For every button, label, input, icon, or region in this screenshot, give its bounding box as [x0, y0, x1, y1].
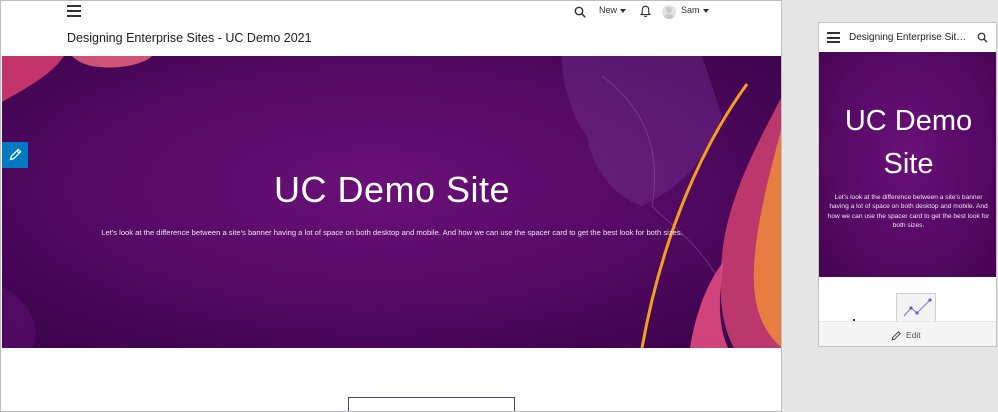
user-menu-button[interactable]: Sam	[681, 5, 709, 15]
pencil-icon	[891, 331, 901, 341]
site-title: Designing Enterprise Sites - UC Demo 202…	[67, 31, 312, 45]
pencil-icon	[9, 148, 22, 161]
banner-description: Let's look at the difference between a s…	[101, 228, 683, 237]
mobile-banner-description: Let's look at the difference between a s…	[827, 194, 990, 230]
caret-down-icon	[702, 8, 709, 13]
mobile-banner-title: UC Demo Site	[844, 105, 973, 180]
line-chart-icon	[903, 298, 932, 317]
user-name: Sam	[681, 5, 700, 15]
edit-label: Edit	[906, 330, 921, 340]
hamburger-icon[interactable]	[67, 5, 81, 17]
mobile-footer: Edit	[819, 321, 996, 346]
top-navigation-bar: New Sam	[1, 1, 781, 23]
bell-icon[interactable]	[640, 5, 651, 18]
caret-down-icon	[620, 8, 627, 13]
mobile-edit-button[interactable]: Edit	[891, 330, 921, 341]
desktop-preview: New Sam Designing Enterprise Sites - UC …	[0, 0, 782, 412]
new-dropdown-button[interactable]: New	[599, 5, 627, 15]
search-icon[interactable]	[977, 32, 988, 43]
mobile-site-title: Designing Enterprise Sites - UC Demo 202…	[849, 32, 969, 43]
banner-title: UC Demo Site	[273, 169, 511, 210]
hero-banner[interactable]: UC Demo Site Let's look at the differenc…	[2, 56, 781, 348]
edit-button[interactable]	[2, 142, 28, 168]
mobile-preview: Designing Enterprise Sites - UC Demo 202…	[818, 22, 997, 347]
new-label: New	[599, 5, 618, 15]
page: New Sam Designing Enterprise Sites - UC …	[0, 0, 998, 412]
spacer-card[interactable]	[348, 397, 515, 411]
hamburger-icon[interactable]	[827, 32, 840, 43]
search-icon[interactable]	[574, 6, 586, 18]
mobile-hero-banner[interactable]: UC Demo Site Let's look at the differenc…	[819, 52, 996, 277]
avatar[interactable]	[662, 5, 676, 19]
